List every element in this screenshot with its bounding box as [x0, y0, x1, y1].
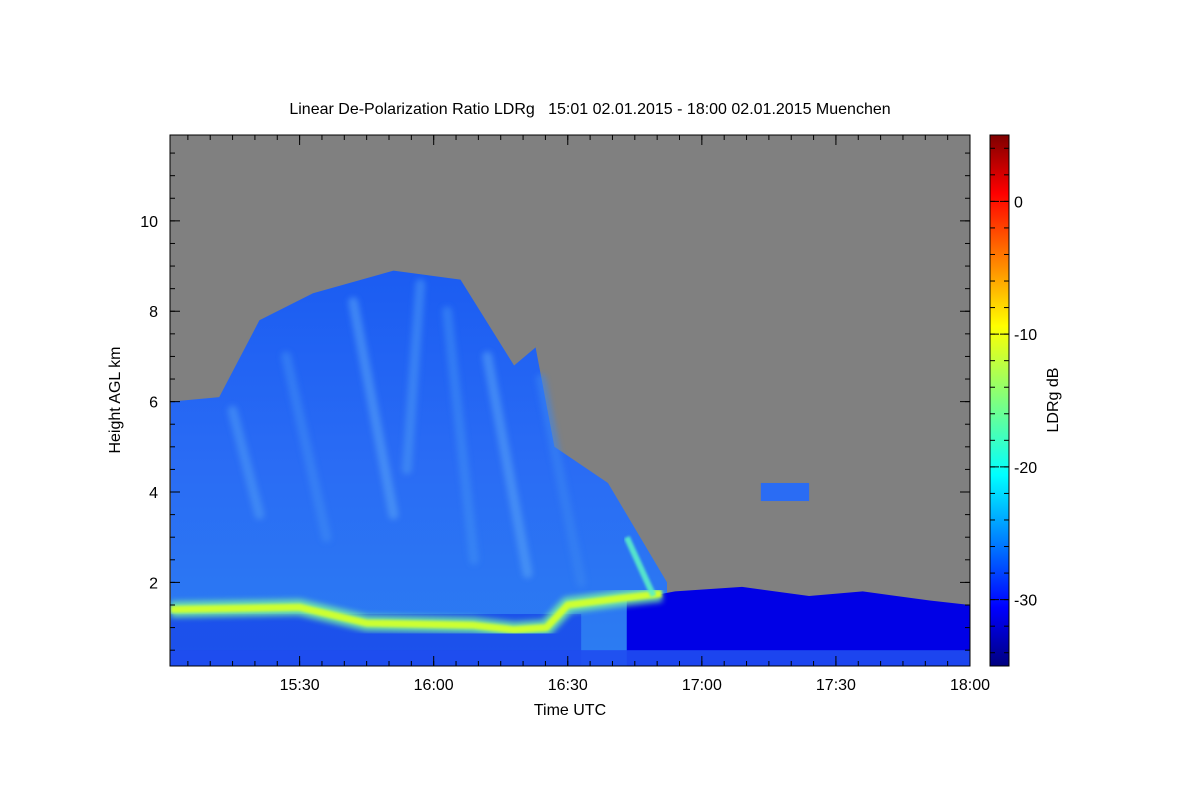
x-tick-label: 15:30 [280, 677, 320, 694]
ldr-chart: Linear De-Polarization Ratio LDRg 15:01 … [107, 101, 1062, 719]
x-axis-label: Time UTC [534, 702, 606, 719]
x-tick-label: 17:30 [816, 677, 856, 694]
x-tick-label: 18:00 [950, 677, 990, 694]
x-tick-label: 17:00 [682, 677, 722, 694]
y-tick-label: 4 [149, 485, 158, 502]
colorbar-tick-label: -20 [1014, 460, 1037, 477]
y-tick-label: 6 [149, 395, 158, 412]
colorbar-tick-label: 0 [1014, 194, 1023, 211]
y-axis-label: Height AGL km [107, 346, 124, 453]
x-tick-label: 16:00 [414, 677, 454, 694]
y-tick-label: 2 [149, 575, 158, 592]
colorbar-tick-label: -30 [1014, 593, 1037, 610]
chart-title: Linear De-Polarization Ratio LDRg 15:01 … [289, 101, 890, 118]
x-tick-label: 16:30 [548, 677, 588, 694]
cloud-patch [760, 482, 810, 502]
y-tick-label: 8 [149, 304, 158, 321]
colorbar [989, 134, 1010, 667]
colorbar-tick-label: -10 [1014, 327, 1037, 344]
colorbar-label: LDRg dB [1045, 368, 1062, 433]
y-tick-label: 10 [140, 214, 158, 231]
